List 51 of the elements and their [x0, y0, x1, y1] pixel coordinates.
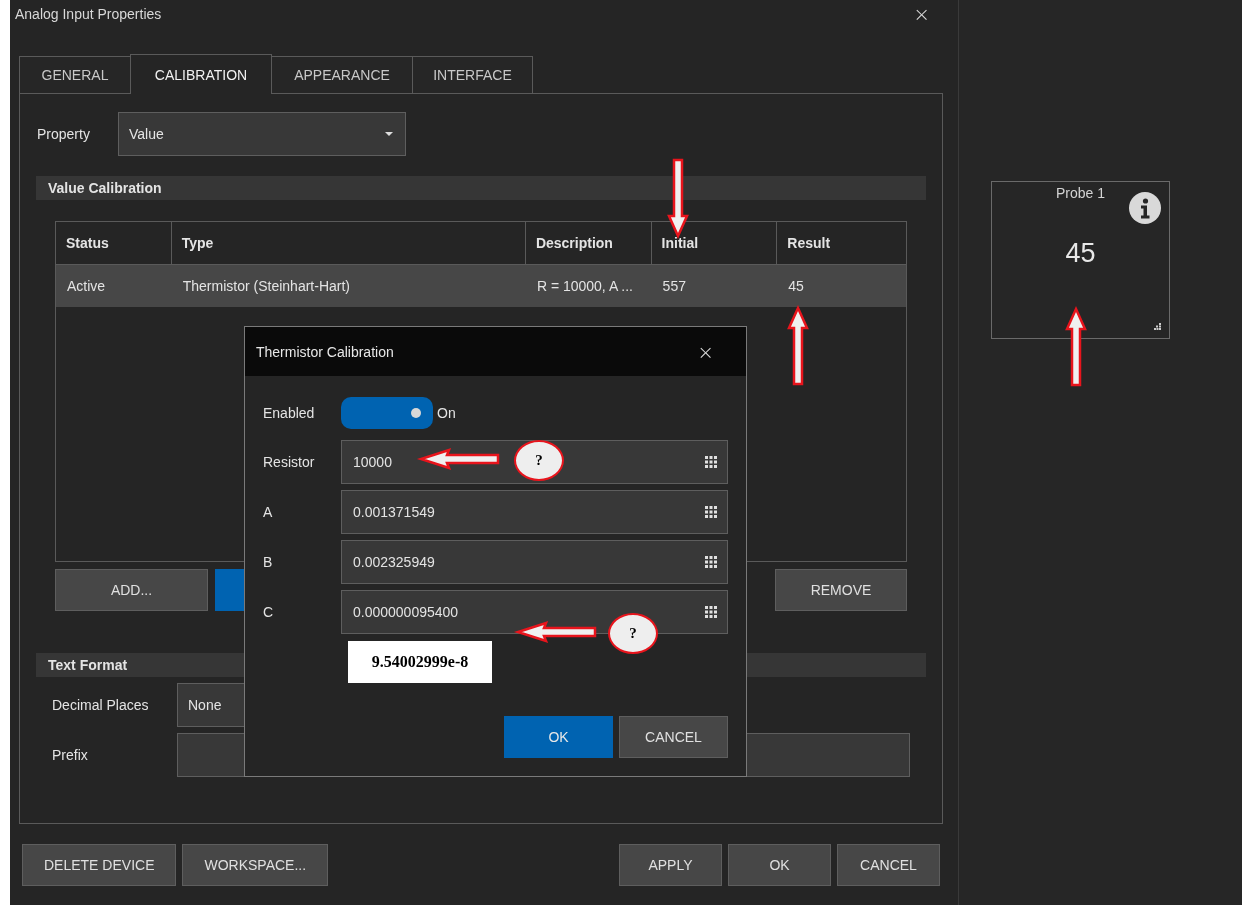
prefix-label: Prefix: [52, 747, 89, 763]
field-label: A: [263, 504, 274, 520]
number-field[interactable]: 0.002325949: [341, 540, 728, 584]
field-label: Resistor: [263, 454, 316, 470]
property-dropdown[interactable]: Value: [118, 112, 406, 156]
column-header: Result: [786, 234, 832, 253]
probe-card[interactable]: Probe 1 45: [991, 181, 1170, 339]
table-cell-text: 45: [787, 278, 805, 294]
keypad-icon[interactable]: [705, 606, 717, 618]
table-cell-text: Active: [66, 278, 107, 294]
probe-title: Probe 1: [1055, 185, 1105, 201]
keypad-icon[interactable]: [705, 556, 717, 568]
field-label: B: [263, 554, 274, 570]
table-cell-text: Thermistor (Steinhart-Hart): [181, 278, 351, 294]
footer-button[interactable]: WORKSPACE...: [182, 844, 329, 886]
column-header: Status: [56, 222, 172, 264]
footer-button[interactable]: APPLY: [619, 844, 722, 886]
keypad-icon[interactable]: [705, 506, 717, 518]
dropdown-caret-icon: [385, 132, 393, 136]
table-button[interactable]: REMOVE: [775, 569, 907, 611]
table-cell-text: 557: [661, 278, 687, 294]
tab[interactable]: INTERFACE: [412, 56, 533, 93]
window-title: Analog Input Properties: [15, 6, 162, 22]
dialog-title: Thermistor Calibration: [256, 343, 394, 360]
close-button[interactable]: ×: [695, 341, 716, 362]
info-icon[interactable]: [1129, 192, 1161, 224]
footer-button[interactable]: CANCEL: [837, 844, 940, 886]
decimal-places-label: Decimal Places: [52, 697, 150, 713]
close-button[interactable]: ×: [911, 4, 932, 24]
tab[interactable]: GENERAL: [19, 56, 131, 93]
cancel-button[interactable]: CANCEL: [619, 716, 728, 758]
tab[interactable]: CALIBRATION: [130, 54, 272, 94]
probe-value: 45: [1065, 238, 1096, 269]
annotation-note: 9.54002999e-8: [348, 641, 492, 683]
keypad-icon[interactable]: [705, 456, 717, 468]
column-header: Type: [171, 222, 526, 264]
footer-button[interactable]: OK: [728, 844, 831, 886]
field-label: C: [263, 604, 275, 620]
resize-grip-icon[interactable]: [1154, 323, 1161, 330]
section-header: Value Calibration: [36, 176, 926, 200]
property-label: Property: [37, 126, 91, 142]
footer-button[interactable]: DELETE DEVICE: [22, 844, 177, 886]
column-header: Description: [525, 222, 652, 264]
table-button[interactable]: ADD...: [55, 569, 208, 611]
table-cell-text: R = 10000, A ...: [535, 278, 634, 294]
ok-button[interactable]: OK: [504, 716, 613, 758]
toggle-switch[interactable]: [341, 397, 433, 429]
toggle-state-label: On: [437, 405, 456, 421]
table-row[interactable]: Active Thermistor (Steinhart-Hart) R = 10000, A ... 557 45: [56, 265, 906, 307]
number-field[interactable]: 0.001371549: [341, 490, 728, 534]
enabled-label: Enabled: [263, 405, 316, 421]
